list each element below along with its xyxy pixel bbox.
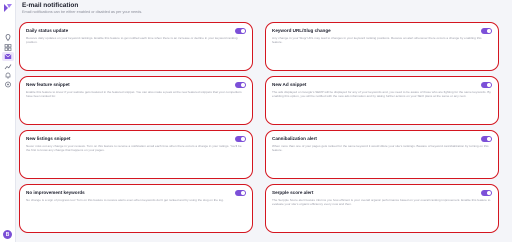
avatar[interactable]: B	[3, 230, 12, 239]
keyword-url-toggle[interactable]	[481, 27, 492, 34]
no-improvement-toggle[interactable]	[235, 189, 246, 196]
notification-card-keyword-url: Keyword URL/Slug change Any change in yo…	[265, 22, 499, 71]
map-pin-icon[interactable]	[4, 34, 12, 41]
card-description: The ads displayed on Google's SERP will …	[272, 90, 491, 99]
serpple-score-toggle[interactable]	[481, 189, 492, 196]
card-title: Daily status update	[26, 28, 69, 33]
notification-card-new-listings-snippet: New listings snippet Never miss out any …	[19, 130, 253, 179]
card-title: Cannibalization alert	[272, 136, 317, 141]
card-description: Receive daily updates on your keyword ra…	[26, 36, 238, 45]
daily-status-toggle[interactable]	[235, 27, 246, 34]
mail-icon[interactable]	[4, 53, 12, 60]
notification-card-new-feature-snippet: New feature snippet Enable this feature …	[19, 76, 253, 125]
card-title: New feature snippet	[26, 82, 70, 87]
notification-card-serpple-score: Serpple score alert The Serpple Score al…	[265, 184, 499, 233]
bell-icon[interactable]	[4, 72, 12, 79]
card-description: Enable this feature to know if your webs…	[26, 90, 242, 99]
page-header: E-mail notification Email notifications …	[22, 2, 142, 15]
card-title: No improvement keywords	[26, 190, 85, 195]
settings-icon[interactable]	[4, 81, 12, 88]
card-description: When more than one of your pages gets ra…	[272, 144, 489, 153]
card-title: Keyword URL/Slug change	[272, 28, 331, 33]
logo-icon[interactable]	[3, 3, 13, 13]
grid-icon[interactable]	[4, 44, 12, 51]
notification-card-no-improvement: No improvement keywords No change is a s…	[19, 184, 253, 233]
cannibalization-toggle[interactable]	[481, 135, 492, 142]
listings-snippet-toggle[interactable]	[235, 135, 246, 142]
card-description: Any change in your Slug/ URL may lead to…	[272, 36, 482, 45]
notification-card-daily-status: Daily status update Receive daily update…	[19, 22, 253, 71]
card-title: Serpple score alert	[272, 190, 314, 195]
page-subtitle: Email notifications can be either enable…	[22, 10, 143, 14]
card-title: New listings snippet	[26, 136, 71, 141]
chart-icon[interactable]	[4, 63, 12, 70]
sidebar: B	[0, 0, 16, 242]
card-description: Never miss out any change in your review…	[26, 144, 242, 153]
card-description: No change is a sign of progress too! Tur…	[26, 198, 224, 202]
card-title: New Ad snippet	[272, 82, 307, 87]
card-description: The Serpple Score alert feature informs …	[272, 198, 491, 207]
feature-snippet-toggle[interactable]	[235, 81, 246, 88]
notification-card-cannibalization: Cannibalization alert When more than one…	[265, 130, 499, 179]
notification-card-new-ad-snippet: New Ad snippet The ads displayed on Goog…	[265, 76, 499, 125]
ad-snippet-toggle[interactable]	[481, 81, 492, 88]
page-title: E-mail notification	[22, 2, 79, 9]
